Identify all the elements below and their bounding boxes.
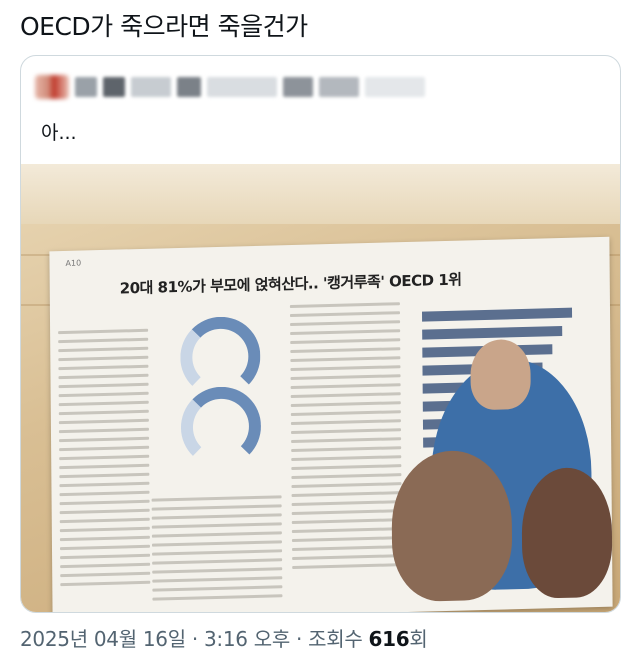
desk-edge [21, 164, 620, 224]
gauge-graphic [180, 315, 261, 398]
post-date[interactable]: 2025년 04월 16일 [20, 627, 186, 651]
article-column [289, 302, 403, 575]
redacted-block [177, 77, 201, 97]
separator: · [191, 627, 198, 651]
quoted-post-card[interactable]: 아... A10 20대 81%가 부모에 얹혀산다.. '캥거루족' OECD… [20, 55, 621, 613]
redacted-block [319, 77, 359, 97]
redacted-block [75, 77, 97, 97]
views-label: 조회수 [308, 627, 363, 651]
redacted-block [207, 77, 277, 97]
illustration [521, 466, 613, 599]
post-text: OECD가 죽으라면 죽을건가 [20, 12, 308, 41]
article-column [58, 328, 151, 592]
redacted-block [365, 77, 425, 97]
avatar [35, 75, 69, 99]
views-unit: 회 [409, 627, 428, 651]
article-column [151, 495, 283, 606]
redacted-block [131, 77, 171, 97]
separator: · [296, 627, 303, 651]
illustration [470, 338, 531, 411]
post-timestamp: 2025년 04월 16일 · 3:16 오후 · 조회수 616회 [20, 623, 428, 652]
newspaper-headline: 20대 81%가 부모에 얹혀산다.. '캥거루족' OECD 1위 [119, 270, 462, 298]
redacted-block [283, 77, 313, 97]
post-time[interactable]: 3:16 오후 [204, 627, 290, 651]
quoted-author-redacted [35, 74, 425, 100]
views-count: 616 [368, 627, 410, 651]
newspaper-photo[interactable]: A10 20대 81%가 부모에 얹혀산다.. '캥거루족' OECD 1위 [21, 164, 620, 612]
redacted-block [103, 77, 125, 97]
gauge-graphic [180, 385, 262, 468]
section-tag: A10 [65, 258, 82, 268]
quoted-post-text: 아... [41, 122, 77, 144]
newspaper-page: A10 20대 81%가 부모에 얹혀산다.. '캥거루족' OECD 1위 [49, 236, 613, 612]
illustration [391, 449, 513, 603]
